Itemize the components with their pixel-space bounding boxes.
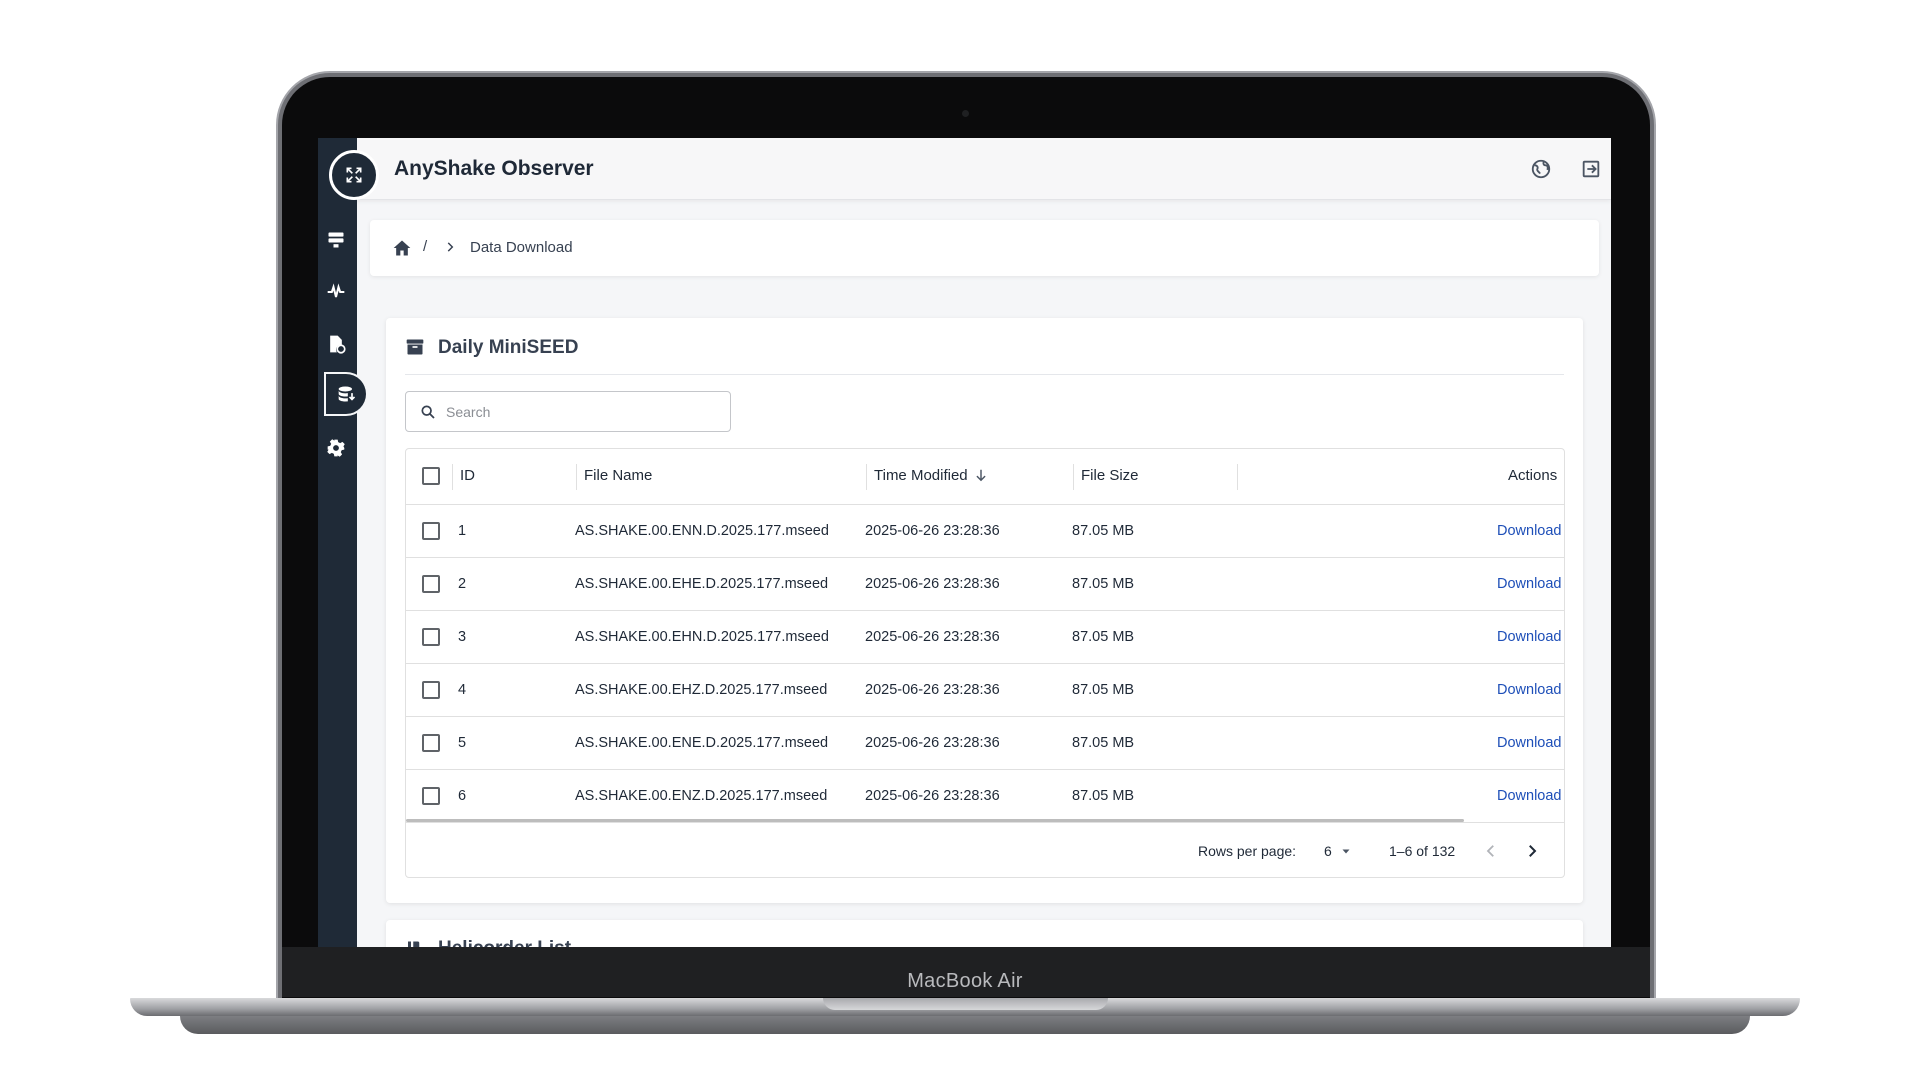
app-logo[interactable] (329, 150, 379, 200)
row-checkbox[interactable] (422, 681, 440, 699)
next-page-icon[interactable] (1523, 841, 1541, 861)
cell-file-size: 87.05 MB (1072, 523, 1135, 539)
breadcrumb-current: Data Download (470, 239, 573, 256)
table-header: ID File Name Time Modified File Size Act… (406, 449, 1564, 505)
rows-per-page-select[interactable]: 6 (1324, 843, 1352, 859)
select-all-checkbox[interactable] (422, 467, 440, 485)
cell-time-modified: 2025-06-26 23:28:36 (865, 735, 1000, 751)
download-link[interactable]: Download (1497, 629, 1562, 645)
panel-title: Daily MiniSEED (438, 337, 579, 358)
breadcrumb: / Data Download (370, 220, 1599, 276)
cell-file-name: AS.SHAKE.00.EHN.D.2025.177.mseed (575, 629, 829, 645)
table-row: 5 AS.SHAKE.00.ENE.D.2025.177.mseed 2025-… (406, 717, 1564, 770)
logout-icon[interactable] (1580, 158, 1602, 180)
sort-descending-arrow-icon[interactable] (974, 468, 988, 482)
cell-id: 3 (458, 629, 467, 645)
column-separator (866, 464, 867, 490)
book-icon (408, 941, 420, 947)
column-header-file-size[interactable]: File Size (1081, 467, 1139, 484)
download-link[interactable]: Download (1497, 682, 1562, 698)
cell-time-modified: 2025-06-26 23:28:36 (865, 788, 1000, 804)
file-history-icon[interactable] (326, 334, 346, 354)
server-icon[interactable] (326, 230, 346, 250)
table-pagination: Rows per page: 6 1–6 of 132 (406, 822, 1564, 877)
files-data-grid: ID File Name Time Modified File Size Act… (405, 448, 1565, 878)
row-checkbox[interactable] (422, 628, 440, 646)
download-link[interactable]: Download (1497, 788, 1562, 804)
cell-file-name: AS.SHAKE.00.EHE.D.2025.177.mseed (575, 576, 829, 592)
pagination-range: 1–6 of 132 (1389, 843, 1456, 859)
sidebar-item-data-download[interactable] (326, 374, 366, 414)
rows-per-page-label: Rows per page: (1198, 843, 1297, 859)
column-separator (576, 464, 577, 490)
cell-file-name: AS.SHAKE.00.ENZ.D.2025.177.mseed (575, 788, 828, 804)
search-field (405, 391, 731, 432)
download-link[interactable]: Download (1497, 576, 1562, 592)
device-brand-label: MacBook Air (907, 970, 1023, 992)
row-checkbox[interactable] (422, 575, 440, 593)
row-checkbox[interactable] (422, 734, 440, 752)
cell-id: 4 (458, 682, 467, 698)
cell-time-modified: 2025-06-26 23:28:36 (865, 629, 1000, 645)
cell-file-size: 87.05 MB (1072, 788, 1135, 804)
cell-time-modified: 2025-06-26 23:28:36 (865, 576, 1000, 592)
cell-file-name: AS.SHAKE.00.EHZ.D.2025.177.mseed (575, 682, 828, 698)
settings-gear-icon[interactable] (326, 438, 346, 458)
column-header-time-modified[interactable]: Time Modified (874, 467, 988, 484)
expand-arrows-icon (346, 167, 362, 183)
home-icon[interactable] (392, 238, 412, 258)
row-checkbox[interactable] (422, 787, 440, 805)
cell-id: 2 (458, 576, 467, 592)
app-screen: AnyShake Observer / Data Download Daily … (318, 138, 1611, 947)
globe-icon[interactable] (1530, 158, 1552, 180)
cell-id: 1 (458, 523, 467, 539)
waveform-icon[interactable] (326, 282, 346, 302)
cell-file-size: 87.05 MB (1072, 629, 1135, 645)
table-row: 1 AS.SHAKE.00.ENN.D.2025.177.mseed 2025-… (406, 505, 1564, 558)
cell-file-size: 87.05 MB (1072, 576, 1135, 592)
app-title: AnyShake Observer (394, 157, 594, 180)
download-link[interactable]: Download (1497, 735, 1562, 751)
chevron-right-icon (447, 242, 454, 252)
cell-file-size: 87.05 MB (1072, 735, 1135, 751)
daily-miniseed-panel: Daily MiniSEED ID File Name Time Modifie… (386, 318, 1583, 903)
cell-id: 6 (458, 788, 467, 804)
cell-file-name: AS.SHAKE.00.ENE.D.2025.177.mseed (575, 735, 829, 751)
archive-box-icon (406, 339, 424, 355)
row-checkbox[interactable] (422, 522, 440, 540)
column-separator (1073, 464, 1074, 490)
sidebar (318, 138, 357, 947)
column-header-actions: Actions (1508, 467, 1558, 484)
camera-dot (962, 110, 969, 117)
panel-title: Helicorder List (438, 938, 571, 947)
column-header-time-modified-label: Time Modified (874, 467, 968, 484)
laptop-base-bottom (180, 1016, 1750, 1034)
table-row: 2 AS.SHAKE.00.EHE.D.2025.177.mseed 2025-… (406, 558, 1564, 611)
rows-per-page-value: 6 (1324, 843, 1332, 859)
search-input[interactable] (446, 400, 716, 424)
cell-file-size: 87.05 MB (1072, 682, 1135, 698)
breadcrumb-separator: / (423, 238, 428, 255)
previous-page-icon[interactable] (1482, 841, 1500, 861)
table-row: 4 AS.SHAKE.00.EHZ.D.2025.177.mseed 2025-… (406, 664, 1564, 717)
column-header-id[interactable]: ID (460, 467, 475, 484)
helicorder-list-panel: Helicorder List (386, 920, 1583, 947)
panel-divider (405, 374, 1564, 375)
dropdown-caret-icon (1342, 849, 1350, 854)
cell-id: 5 (458, 735, 467, 751)
column-separator (1237, 464, 1238, 490)
cell-file-name: AS.SHAKE.00.ENN.D.2025.177.mseed (575, 523, 829, 539)
cell-time-modified: 2025-06-26 23:28:36 (865, 682, 1000, 698)
top-app-bar: AnyShake Observer (318, 138, 1611, 200)
download-link[interactable]: Download (1497, 523, 1562, 539)
table-row: 3 AS.SHAKE.00.EHN.D.2025.177.mseed 2025-… (406, 611, 1564, 664)
laptop-notch (823, 998, 1108, 1010)
column-header-file-name[interactable]: File Name (584, 467, 652, 484)
database-download-icon (338, 386, 356, 402)
column-separator (452, 464, 453, 490)
cell-time-modified: 2025-06-26 23:28:36 (865, 523, 1000, 539)
search-icon (421, 405, 435, 419)
table-row: 6 AS.SHAKE.00.ENZ.D.2025.177.mseed 2025-… (406, 770, 1564, 823)
